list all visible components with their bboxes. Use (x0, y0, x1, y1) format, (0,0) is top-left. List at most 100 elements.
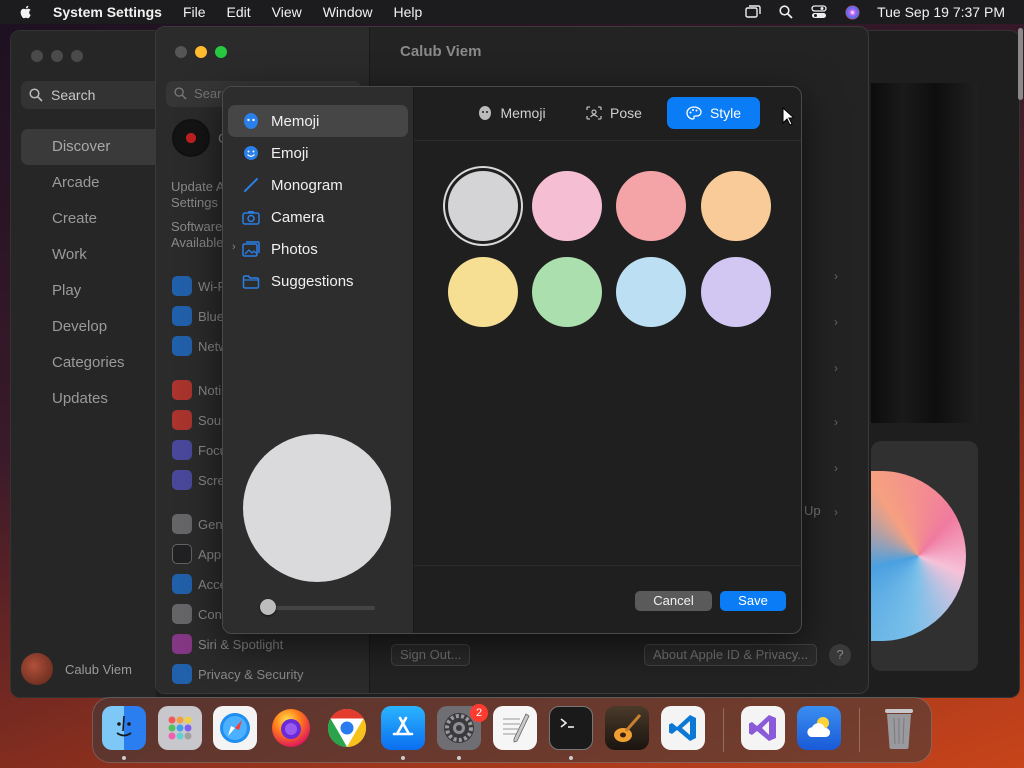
visual-studio-code-icon[interactable] (661, 706, 705, 750)
hand-privacy-icon (172, 664, 192, 684)
app-store-icon[interactable] (381, 706, 425, 750)
settings-account-row[interactable]: C (172, 119, 228, 157)
update-line-1: Update A (171, 179, 225, 194)
textedit-icon[interactable] (493, 706, 537, 750)
sidebar-item-emoji[interactable]: Emoji (228, 137, 408, 169)
control-center-icon[interactable] (811, 4, 827, 20)
featured-card-artwork (871, 471, 966, 641)
sidebar-item-memoji[interactable]: Memoji (228, 105, 408, 137)
nav-arcade[interactable]: Arcade (21, 165, 171, 201)
memoji-face-icon (479, 106, 492, 120)
scrollbar[interactable] (1018, 28, 1023, 100)
setup-row-label[interactable]: Up (804, 503, 821, 518)
color-swatch-gray[interactable] (448, 171, 518, 241)
dock-separator (723, 708, 724, 752)
apple-logo-icon[interactable] (18, 4, 34, 20)
menu-file[interactable]: File (183, 4, 206, 20)
save-button[interactable]: Save (720, 591, 786, 611)
close-button[interactable] (31, 50, 43, 62)
settings-window-controls (175, 46, 227, 58)
tab-style[interactable]: Style (667, 97, 760, 129)
sound-icon (172, 410, 192, 430)
featured-banner-image[interactable] (871, 83, 978, 423)
nav-discover[interactable]: Discover (21, 129, 171, 165)
trash-icon[interactable] (877, 706, 921, 750)
settings-window-title: Calub Viem (400, 43, 482, 60)
search-label: Search (51, 87, 96, 103)
spotlight-search-icon[interactable] (778, 4, 794, 20)
tab-label: Memoji (500, 105, 546, 121)
dialog-tab-bar: Memoji Pose Style (414, 87, 801, 141)
safari-icon[interactable] (213, 706, 257, 750)
sidebar-item-label: Sou (198, 412, 222, 428)
sidebar-item-label: Siri & Spotlight (198, 636, 284, 652)
color-swatch-light-blue[interactable] (616, 257, 686, 327)
garageband-icon[interactable] (605, 706, 649, 750)
siri-icon[interactable] (844, 4, 860, 20)
tab-pose[interactable]: Pose (570, 97, 658, 129)
sidebar-item-label: Con (198, 606, 222, 622)
minimize-button[interactable] (51, 50, 63, 62)
tab-memoji[interactable]: Memoji (462, 97, 562, 129)
color-swatch-pink[interactable] (532, 171, 602, 241)
sidebar-item-monogram[interactable]: Monogram (228, 169, 408, 201)
chevron-right-icon: › (834, 361, 838, 375)
sidebar-item-label: Emoji (271, 144, 309, 162)
color-swatch-peach[interactable] (701, 171, 771, 241)
color-swatch-yellow[interactable] (448, 257, 518, 327)
app-store-account[interactable]: Calub Viem (21, 653, 132, 685)
zoom-slider-track[interactable] (261, 606, 375, 610)
help-button[interactable]: ? (829, 644, 851, 666)
disclosure-chevron-icon[interactable]: › (232, 241, 236, 253)
zoom-slider-knob[interactable] (260, 599, 276, 615)
sidebar-item-label: Blue (198, 308, 225, 324)
finder-icon[interactable] (102, 706, 146, 750)
settings-update-notice[interactable]: Update A Settings Software Available (171, 179, 225, 251)
sidebar-item-label: Camera (271, 208, 325, 226)
sidebar-item-label: Scre (198, 472, 225, 488)
sidebar-item-privacy[interactable]: Privacy & Security (172, 659, 362, 689)
color-swatch-lavender[interactable] (701, 257, 771, 327)
screen-mirroring-icon[interactable] (745, 4, 761, 20)
notifications-icon (172, 380, 192, 400)
menu-bar: System Settings File Edit View Window He… (0, 0, 1024, 24)
sidebar-item-suggestions[interactable]: Suggestions (228, 265, 408, 297)
chrome-icon[interactable] (325, 706, 369, 750)
app-menu-name[interactable]: System Settings (53, 4, 162, 20)
zoom-button[interactable] (71, 50, 83, 62)
search-icon (174, 87, 187, 100)
color-swatch-green[interactable] (532, 257, 602, 327)
sign-out-button[interactable]: Sign Out... (391, 644, 471, 666)
featured-card[interactable] (871, 441, 978, 671)
visual-studio-icon[interactable] (741, 706, 785, 750)
folder-icon (242, 272, 260, 290)
app-store-window-controls (31, 50, 83, 62)
menu-bar-clock[interactable]: Tue Sep 19 7:37 PM (877, 4, 1005, 20)
nav-work[interactable]: Work (21, 237, 171, 273)
nav-updates[interactable]: Updates (21, 381, 171, 417)
nav-categories[interactable]: Categories (21, 345, 171, 381)
nav-develop[interactable]: Develop (21, 309, 171, 345)
about-apple-id-button[interactable]: About Apple ID & Privacy... (644, 644, 818, 666)
weather-icon[interactable] (797, 706, 841, 750)
menu-edit[interactable]: Edit (227, 4, 251, 20)
zoom-button[interactable] (215, 46, 227, 58)
menu-view[interactable]: View (272, 4, 302, 20)
running-indicator (401, 756, 405, 760)
sidebar-item-camera[interactable]: Camera (228, 201, 408, 233)
color-swatch-salmon[interactable] (616, 171, 686, 241)
sidebar-item-photos[interactable]: › Photos (228, 233, 408, 265)
nav-play[interactable]: Play (21, 273, 171, 309)
firefox-icon[interactable] (269, 706, 313, 750)
minimize-button[interactable] (195, 46, 207, 58)
nav-create[interactable]: Create (21, 201, 171, 237)
sidebar-item-label: Noti (198, 382, 222, 398)
cancel-button[interactable]: Cancel (635, 591, 712, 611)
menu-help[interactable]: Help (394, 4, 423, 20)
close-button[interactable] (175, 46, 187, 58)
launchpad-icon[interactable] (158, 706, 202, 750)
pose-icon (586, 106, 602, 120)
terminal-icon[interactable] (549, 706, 593, 750)
menu-window[interactable]: Window (323, 4, 373, 20)
hourglass-icon (172, 470, 192, 490)
